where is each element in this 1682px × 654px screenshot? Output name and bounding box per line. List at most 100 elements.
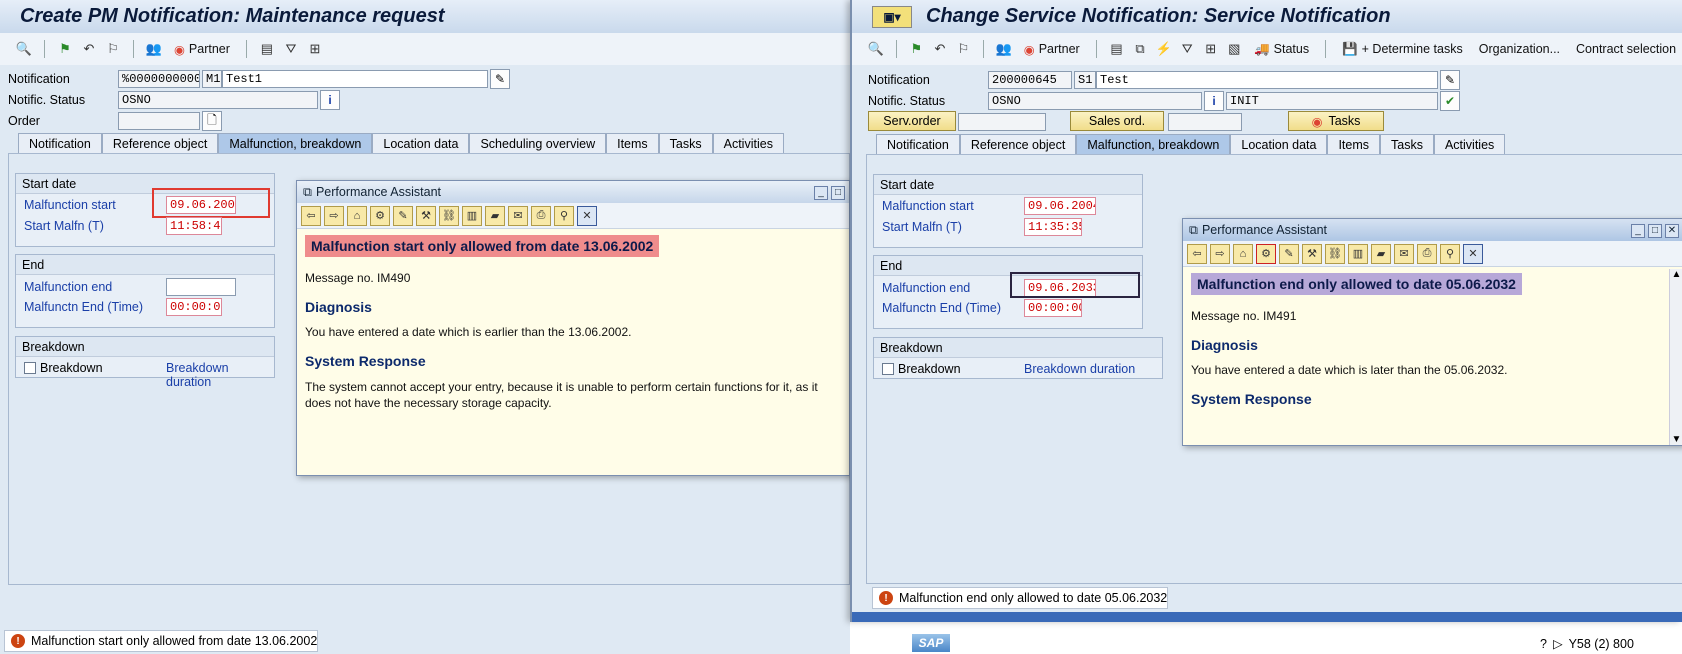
close-icon[interactable]: ✕ [1665,223,1679,238]
filter-icon[interactable]: ⛛ [1177,39,1197,59]
tab-tasks[interactable]: Tasks [1380,134,1434,154]
document-icon[interactable]: ▤ [1107,39,1127,59]
contract-selection-button[interactable]: Contract selection [1570,42,1682,56]
link-icon[interactable]: ⛓ [439,205,459,226]
people-icon[interactable]: 👥 [994,39,1014,59]
tab-reference-object[interactable]: Reference object [959,134,1077,154]
tasks-button[interactable]: ◉ Tasks [1288,111,1384,131]
filter-icon[interactable]: ⛛ [281,39,301,59]
find-icon[interactable]: 🔍 [14,39,34,59]
sales-ord-field[interactable] [1168,113,1242,131]
breakdown-checkbox[interactable] [24,362,36,374]
breakdown-checkbox[interactable] [882,363,894,375]
info-icon[interactable]: i [320,90,340,110]
tab-scheduling-overview[interactable]: Scheduling overview [469,133,607,153]
notification-number-field[interactable]: %00000000001 [118,70,200,88]
pa-scrollbar[interactable]: ▲ ▼ [1669,269,1682,445]
note-icon[interactable]: ✉ [1394,243,1414,264]
close-pa-icon[interactable]: ✕ [1463,243,1483,264]
tab-malfunction-breakdown[interactable]: Malfunction, breakdown [1076,134,1231,154]
organization-button[interactable]: Organization... [1473,42,1566,56]
help-icon[interactable]: ? [1540,637,1547,651]
edit-text-icon[interactable]: ✎ [1440,70,1460,90]
link-icon[interactable]: ⛓ [1325,243,1345,264]
tab-items[interactable]: Items [1327,134,1381,154]
order-field[interactable] [118,112,200,130]
tab-location-data[interactable]: Location data [1230,134,1328,154]
partner-button[interactable]: ◉ Partner [1018,42,1086,57]
partner-button[interactable]: ◉ Partner [168,42,236,57]
notification-type-field[interactable]: M1 [202,70,222,88]
print-icon[interactable]: ⎙ [531,205,551,226]
settings-icon[interactable]: ⚙ [370,205,390,226]
notification-text-field[interactable]: Test1 [222,70,488,88]
undo-icon[interactable]: ↶ [79,39,99,59]
people-icon[interactable]: 👥 [144,39,164,59]
determine-tasks-button[interactable]: 💾 + Determine tasks [1336,42,1469,57]
forward-icon[interactable]: ⇨ [324,205,344,226]
start-time-field[interactable]: 11:58:44 [166,217,222,235]
action-icon[interactable]: ⚡ [1154,39,1174,59]
tab-activities[interactable]: Activities [1433,134,1506,154]
back-icon[interactable]: ⇦ [301,205,321,226]
forward-icon[interactable]: ⇨ [1210,243,1230,264]
object-icon[interactable]: ▧ [1225,39,1245,59]
tab-reference-object[interactable]: Reference object [101,133,219,153]
minimize-icon[interactable]: _ [1631,223,1645,238]
tab-items[interactable]: Items [606,133,659,153]
copy-icon[interactable]: ⧉ [1130,39,1150,59]
malfunction-start-field[interactable]: 09.06.2004 [1024,197,1096,215]
tab-notification[interactable]: Notification [18,133,102,153]
book-icon[interactable]: ▥ [1348,243,1368,264]
note-icon[interactable]: ✉ [508,205,528,226]
settings-icon[interactable]: ⚙ [1256,243,1276,264]
org-icon[interactable]: ⊞ [1201,39,1221,59]
book-icon[interactable]: ▥ [462,205,482,226]
undo-icon[interactable]: ↶ [930,39,950,59]
tool-icon[interactable]: ⚒ [416,205,436,226]
find-icon[interactable]: 🔍 [866,39,886,59]
org-icon[interactable]: ⊞ [305,39,325,59]
close-pa-icon[interactable]: ✕ [577,205,597,226]
bookmark-icon[interactable]: ▰ [485,205,505,226]
edit-text-icon[interactable]: ✎ [490,69,510,89]
flag-icon[interactable]: ⚑ [55,39,75,59]
home-icon[interactable]: ⌂ [1233,243,1253,264]
home-icon[interactable]: ⌂ [347,205,367,226]
expand-icon[interactable]: ▷ [1553,636,1563,651]
end-time-field[interactable]: 00:00:00 [166,298,222,316]
start-time-field[interactable]: 11:35:35 [1024,218,1082,236]
technical-info-icon[interactable]: ⚲ [554,205,574,226]
checkered-flag-icon[interactable]: ⚐ [954,39,974,59]
edit-icon[interactable]: ✎ [393,205,413,226]
create-order-icon[interactable]: 🗋 [202,111,222,131]
checkered-flag-icon[interactable]: ⚐ [103,39,123,59]
menu-icon[interactable]: ▣▾ [872,5,912,28]
print-icon[interactable]: ⎙ [1417,243,1437,264]
status-button[interactable]: 🚚 Status [1248,42,1315,57]
flag-icon[interactable]: ⚑ [907,39,927,59]
tab-notification[interactable]: Notification [876,134,960,154]
tab-tasks[interactable]: Tasks [658,133,713,153]
document-icon[interactable]: ▤ [257,39,277,59]
status-check-icon[interactable]: ✔ [1440,91,1460,111]
notification-number-field[interactable]: 200000645 [988,71,1072,89]
notification-type-field[interactable]: S1 [1074,71,1096,89]
back-icon[interactable]: ⇦ [1187,243,1207,264]
notification-text-field[interactable]: Test [1096,71,1438,89]
minimize-icon[interactable]: _ [814,185,828,200]
tool-icon[interactable]: ⚒ [1302,243,1322,264]
scroll-down-icon[interactable]: ▼ [1670,434,1682,445]
serv-order-field[interactable] [958,113,1046,131]
end-time-field[interactable]: 00:00:00 [1024,299,1082,317]
tab-location-data[interactable]: Location data [372,133,470,153]
edit-icon[interactable]: ✎ [1279,243,1299,264]
bookmark-icon[interactable]: ▰ [1371,243,1391,264]
malfunction-end-field[interactable] [166,278,236,296]
scroll-up-icon[interactable]: ▲ [1670,269,1682,280]
maximize-icon[interactable]: □ [831,185,845,200]
maximize-icon[interactable]: □ [1648,223,1662,238]
info-icon[interactable]: i [1204,91,1224,111]
tab-malfunction-breakdown[interactable]: Malfunction, breakdown [218,133,373,153]
serv-order-button[interactable]: Serv.order [868,111,956,131]
